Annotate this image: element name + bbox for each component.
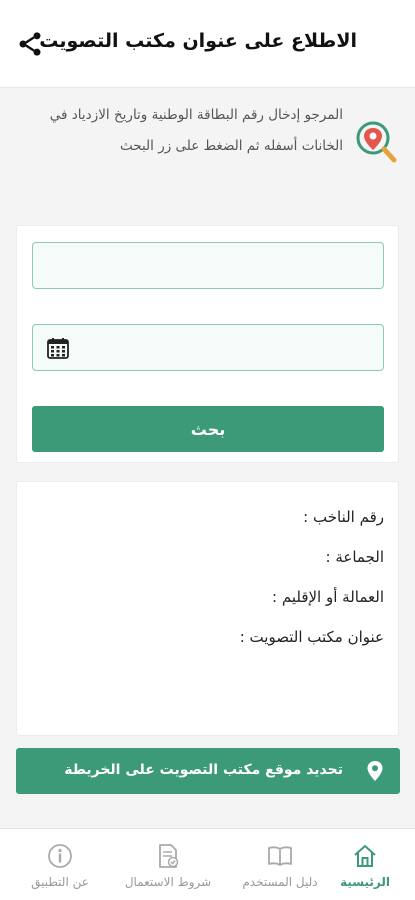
voter-number-label: رقم الناخب : [303,508,384,526]
nav-user-guide-label: دليل المستخدم [242,875,318,889]
search-button[interactable]: بحث [32,406,384,452]
prefecture-label: العمالة أو الإقليم : [272,588,384,606]
locate-on-map-button[interactable]: تحديد موقع مكتب التصويت على الخريطة [16,748,400,794]
result-panel: رقم الناخب : الجماعة : العمالة أو الإقلي… [16,481,399,736]
search-form: بحث [16,225,399,463]
search-button-label: بحث [190,419,226,439]
nav-about-label: عن التطبيق [31,875,89,889]
nav-home-label: الرئيسية [340,875,390,889]
nav-about[interactable]: عن التطبيق [10,829,110,900]
home-icon [354,845,376,867]
share-icon[interactable] [16,30,44,58]
nav-terms-label: شروط الاستعمال [124,875,212,889]
locate-on-map-label: تحديد موقع مكتب التصويت على الخريطة [64,762,343,778]
location-search-icon [356,121,397,163]
page-title: الاطلاع على عنوان مكتب التصويت [39,30,357,52]
commune-label: الجماعة : [325,548,384,566]
bottom-navigation: الرئيسية دليل المستخدم شروط الاستعمال عن… [0,828,415,900]
nav-terms[interactable]: شروط الاستعمال [113,829,223,900]
national-id-input[interactable] [32,242,384,289]
app-header: الاطلاع على عنوان مكتب التصويت [0,0,415,88]
info-icon [48,844,72,868]
location-pin-icon [367,761,383,781]
instructions: المرجو إدخال رقم البطاقة الوطنية وتاريخ … [17,100,397,210]
instructions-text: المرجو إدخال رقم البطاقة الوطنية وتاريخ … [49,107,343,154]
calendar-icon[interactable] [46,336,70,360]
book-icon [268,846,292,866]
nav-user-guide[interactable]: دليل المستخدم [230,829,330,900]
office-address-label: عنوان مكتب التصويت : [239,628,384,646]
birth-date-input[interactable] [32,324,384,371]
document-check-icon [159,844,179,868]
nav-home[interactable]: الرئيسية [320,829,410,900]
